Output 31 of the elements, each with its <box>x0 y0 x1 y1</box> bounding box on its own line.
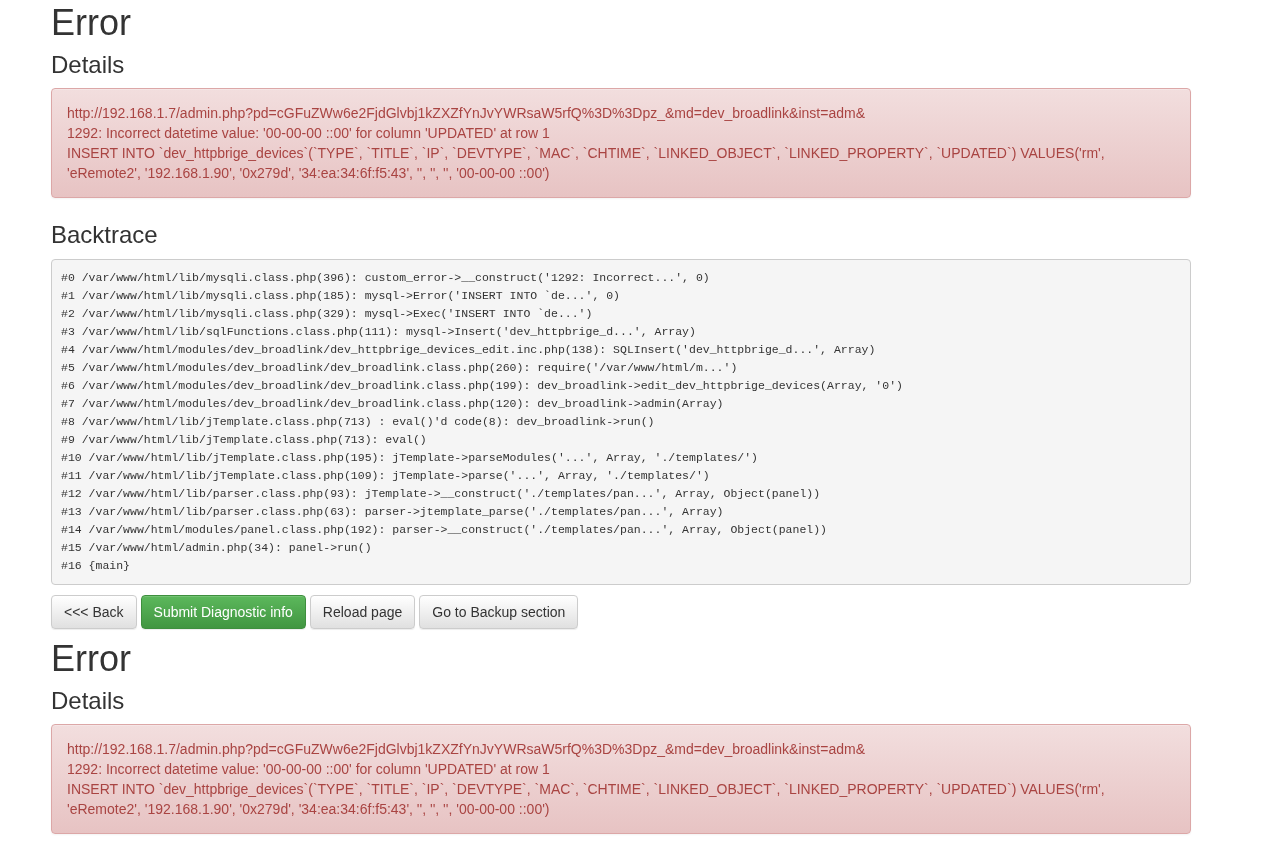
action-button[interactable]: Reload page <box>309 595 416 629</box>
error-heading: Error <box>51 639 132 679</box>
backtrace-line: #5 /var/www/html/modules/dev_broadlink/dev_broadlink.class.php(260): require('/var/www/html/m...') <box>61 360 739 376</box>
error-detail-text: http://192.168.1.7/admin.php?pd=cGFuZWw6e2FjdGlvbj1kZXZfYnJvYWRsaW5rfQ%3D%3Dpz_&md=dev_broadlink&inst=adm& <box>67 104 866 123</box>
error-detail-text: 1292: Incorrect datetime value: '00-00-00 ::00' for column 'UPDATED' at row 1 <box>67 760 551 779</box>
backtrace-line: #10 /var/www/html/lib/jTemplate.class.php(195): jTemplate->parseModules('...', Array, './templates/') <box>61 450 759 466</box>
backtrace-line: #3 /var/www/html/lib/sqlFunctions.class.php(111): mysql->Insert('dev_httpbrige_d...', Array) <box>61 324 697 340</box>
backtrace-line: #15 /var/www/html/admin.php(34): panel->run() <box>61 540 373 556</box>
backtrace-line: #14 /var/www/html/modules/panel.class.php(192): parser->__construct('./templates/pan...', Array, Object(panel)) <box>61 522 829 538</box>
backtrace-line: #13 /var/www/html/lib/parser.class.php(63): parser->jtemplate_parse('./templates/pan...', Array) <box>61 504 725 520</box>
backtrace-line: #1 /var/www/html/lib/mysqli.class.php(185): mysql->Error('INSERT INTO `de...', 0) <box>61 288 621 304</box>
backtrace-line: #0 /var/www/html/lib/mysqli.class.php(396): custom_error->__construct('1292: Incorrect...', 0) <box>61 270 711 286</box>
backtrace-line: #4 /var/www/html/modules/dev_broadlink/dev_httpbrige_devices_edit.inc.php(138): SQLInsert('dev_httpbrige_d...', Array) <box>61 342 877 358</box>
action-button[interactable]: <<< Back <box>51 595 137 629</box>
backtrace-line: #11 /var/www/html/lib/jTemplate.class.php(109): jTemplate->parse('...', Array, './templates/') <box>61 468 711 484</box>
error-heading: Error <box>51 3 132 43</box>
backtrace-line: #2 /var/www/html/lib/mysqli.class.php(329): mysql->Exec('INSERT INTO `de...') <box>61 306 594 322</box>
error-detail-text: INSERT INTO `dev_httpbrige_devices`(`TYPE`, `TITLE`, `IP`, `DEVTYPE`, `MAC`, `CHTIME`, `LINKED_OBJECT`, `LINKED_PROPERTY`, `UPDATED`) VALUES('rm', 'eRemote2', '192.168.1.90', '0x279d', '34:ea:34:6f:f5:43', '', '', '', '00-00-00 ::00') <box>67 144 1106 183</box>
backtrace-line: #16 {main} <box>61 558 131 574</box>
backtrace-line: #12 /var/www/html/lib/parser.class.php(93): jTemplate->__construct('./templates/pan...', Array, Object(panel)) <box>61 486 822 502</box>
backtrace-line: #8 /var/www/html/lib/jTemplate.class.php(713) : eval()'d code(8): dev_broadlink->run() <box>61 414 656 430</box>
action-button[interactable]: Go to Backup section <box>419 595 579 629</box>
backtrace-heading: Backtrace <box>51 221 159 249</box>
backtrace-line: #9 /var/www/html/lib/jTemplate.class.php(713): eval() <box>61 432 428 448</box>
error-detail-text: 1292: Incorrect datetime value: '00-00-00 ::00' for column 'UPDATED' at row 1 <box>67 124 551 143</box>
backtrace-line: #6 /var/www/html/modules/dev_broadlink/dev_broadlink.class.php(199): dev_broadlink->edit_dev_httpbrige_devices(Array, '0') <box>61 378 904 394</box>
backtrace-line: #7 /var/www/html/modules/dev_broadlink/dev_broadlink.class.php(120): dev_broadlink->admin(Array) <box>61 396 725 412</box>
error-detail-text: http://192.168.1.7/admin.php?pd=cGFuZWw6e2FjdGlvbj1kZXZfYnJvYWRsaW5rfQ%3D%3Dpz_&md=dev_broadlink&inst=adm& <box>67 740 866 759</box>
details-heading: Details <box>51 51 126 79</box>
error-detail-text: INSERT INTO `dev_httpbrige_devices`(`TYPE`, `TITLE`, `IP`, `DEVTYPE`, `MAC`, `CHTIME`, `LINKED_OBJECT`, `LINKED_PROPERTY`, `UPDATED`) VALUES('rm', 'eRemote2', '192.168.1.90', '0x279d', '34:ea:34:6f:f5:43', '', '', '', '00-00-00 ::00') <box>67 780 1106 819</box>
details-heading: Details <box>51 687 126 715</box>
